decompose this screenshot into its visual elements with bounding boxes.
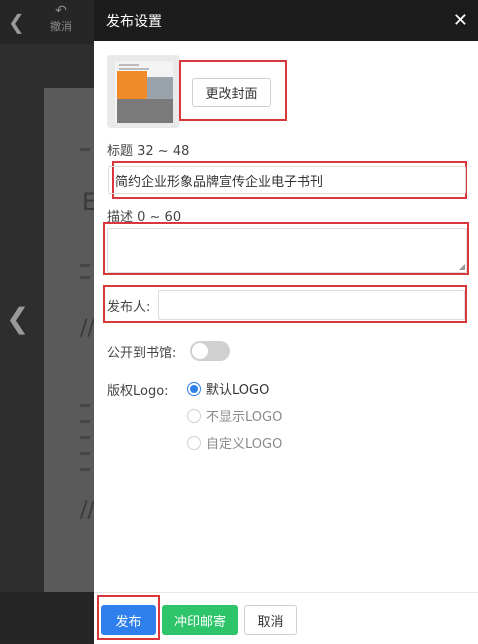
undo-icon: ↶	[55, 3, 67, 19]
text-line	[80, 452, 90, 455]
editor-bottom-bar	[0, 592, 94, 644]
publish-button[interactable]: 发布	[101, 605, 156, 635]
cancel-button[interactable]: 取消	[244, 605, 297, 635]
cover-orange-block	[117, 71, 147, 99]
chevron-left-icon[interactable]: ❮	[8, 10, 25, 34]
logo-option-none[interactable]: 不显示LOGO	[187, 406, 282, 425]
publisher-label: 发布人:	[107, 300, 151, 315]
logo-option-label: 不显示LOGO	[206, 410, 283, 425]
text-line	[80, 468, 90, 471]
close-icon[interactable]: ✕	[453, 10, 468, 31]
drawer-header: 发布设置 ✕	[94, 0, 478, 41]
text-line	[80, 148, 90, 151]
text-line	[80, 420, 90, 423]
page-quote-mark: //	[80, 316, 95, 341]
public-label: 公开到书馆:	[107, 346, 177, 361]
public-toggle[interactable]	[190, 341, 230, 361]
page-quote-mark: //	[80, 498, 95, 523]
undo-button[interactable]: ↶ 撤消	[46, 3, 76, 35]
cover-photo	[117, 99, 173, 123]
logo-option-default[interactable]: 默认LOGO	[187, 379, 269, 398]
logo-label: 版权Logo:	[107, 384, 169, 399]
print-mail-button[interactable]: 冲印邮寄	[162, 605, 238, 635]
text-line	[80, 276, 90, 279]
resize-grip-icon[interactable]: ◢	[459, 263, 465, 271]
publisher-input[interactable]	[158, 290, 465, 320]
undo-label: 撤消	[50, 20, 72, 33]
title-field-label: 标题 32 ~ 48	[107, 144, 190, 159]
editor-toolbar: ❮ ↶ 撤消	[0, 0, 94, 44]
change-cover-button[interactable]: 更改封面	[192, 78, 271, 107]
drawer-title: 发布设置	[106, 13, 162, 30]
cover-photo	[147, 77, 173, 99]
cover-text-line	[119, 68, 149, 70]
text-line	[80, 264, 90, 267]
radio-icon[interactable]	[187, 435, 201, 450]
cover-text-line	[119, 64, 139, 66]
logo-option-label: 自定义LOGO	[206, 437, 283, 452]
description-textarea[interactable]: ◢	[107, 228, 467, 273]
logo-option-label: 默认LOGO	[206, 383, 270, 398]
text-line	[80, 436, 90, 439]
logo-option-custom[interactable]: 自定义LOGO	[187, 433, 282, 452]
title-input[interactable]: 简约企业形象品牌宣传企业电子书刊	[108, 166, 466, 194]
editor-page-preview: E // //	[44, 88, 97, 592]
radio-icon[interactable]	[187, 381, 201, 396]
prev-page-icon[interactable]: ❮	[6, 302, 29, 336]
text-line	[80, 404, 90, 407]
radio-icon[interactable]	[187, 408, 201, 423]
cover-thumbnail	[107, 55, 180, 128]
toggle-knob	[192, 343, 208, 359]
